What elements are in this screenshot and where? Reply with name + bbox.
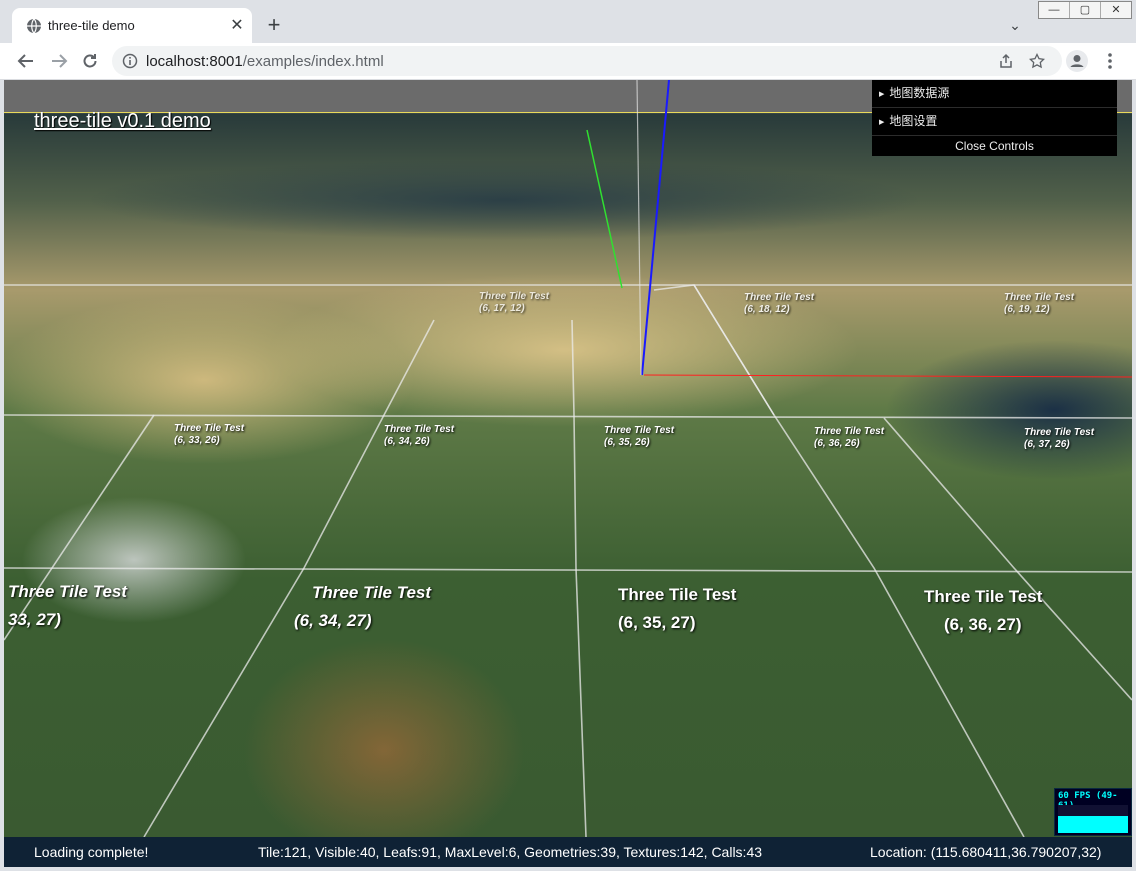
tile-label: Three Tile Test (6, 19, 12) bbox=[1004, 292, 1074, 316]
tile-label-name: Three Tile Test bbox=[174, 423, 245, 434]
controls-panel: ▶ 地图数据源 ▶ 地图设置 Close Controls bbox=[872, 80, 1117, 156]
fps-stats-panel[interactable]: 60 FPS (49-61) bbox=[1054, 788, 1132, 836]
forward-arrow-icon[interactable] bbox=[47, 49, 71, 73]
tile-label: Three Tile Test (6, 36, 27) bbox=[924, 587, 1042, 636]
tile-label: Three Tile Test (6, 36, 26) bbox=[814, 426, 884, 450]
tile-label-coord: (6, 37, 26) bbox=[1024, 439, 1070, 450]
url-text: localhost:8001/examples/index.html bbox=[146, 53, 384, 70]
status-loading: Loading complete! bbox=[34, 844, 149, 860]
folder-map-settings[interactable]: ▶ 地图设置 bbox=[872, 108, 1117, 136]
tile-label: Three Tile Test (6, 33, 26) bbox=[174, 423, 244, 447]
axis-y-line bbox=[586, 129, 623, 289]
tile-label-coord: (6, 19, 12) bbox=[1004, 304, 1050, 315]
axis-z-line bbox=[641, 80, 670, 376]
window-frame-left bbox=[0, 80, 4, 871]
tile-label-coord: (6, 36, 26) bbox=[814, 438, 860, 449]
fps-graph bbox=[1058, 805, 1128, 833]
tile-label-coord: (6, 17, 12) bbox=[479, 303, 525, 314]
status-bar: Loading complete! Tile:121, Visible:40, … bbox=[4, 837, 1132, 867]
fps-graph-fill bbox=[1058, 816, 1128, 833]
window-frame-bottom bbox=[0, 867, 1136, 871]
tile-label-name: Three Tile Test bbox=[1024, 427, 1095, 438]
tile-label-name: Three Tile Test bbox=[814, 426, 885, 437]
tile-label-name: Three Tile Test bbox=[604, 425, 675, 436]
tile-label-name: Three Tile Test bbox=[744, 292, 815, 303]
browser-tab[interactable]: three-tile demo ✕ bbox=[12, 8, 252, 43]
tile-label-coord: 33, 27) bbox=[8, 610, 61, 630]
tile-label: Three Tile Test (6, 35, 27) bbox=[618, 585, 736, 634]
tab-search-icon[interactable]: ⌄ bbox=[1004, 14, 1026, 36]
tile-grid bbox=[4, 80, 1132, 837]
tile-label-coord: (6, 35, 27) bbox=[618, 613, 696, 633]
globe-icon bbox=[27, 18, 41, 34]
tile-label: Three Tile Test (6, 18, 12) bbox=[744, 292, 814, 316]
window-frame-right bbox=[1132, 80, 1136, 871]
minimize-button[interactable]: — bbox=[1039, 2, 1070, 18]
demo-title-link[interactable]: three-tile v0.1 demo bbox=[34, 110, 211, 133]
tile-label: Three Tile Test (6, 34, 26) bbox=[384, 424, 454, 448]
tile-label-coord: (6, 18, 12) bbox=[744, 304, 790, 315]
axis-x-line bbox=[643, 374, 1132, 378]
tile-label-name: Three Tile Test bbox=[8, 582, 128, 601]
tile-label: Three Tile Test (6, 17, 12) bbox=[479, 291, 549, 315]
new-tab-button[interactable]: + bbox=[262, 13, 286, 37]
status-location: Location: (115.680411,36.790207,32) bbox=[870, 844, 1102, 860]
tab-title: three-tile demo bbox=[48, 18, 135, 33]
back-arrow-icon[interactable] bbox=[14, 49, 38, 73]
tile-label-name: Three Tile Test bbox=[618, 585, 737, 604]
star-icon[interactable] bbox=[1026, 50, 1048, 72]
share-icon[interactable] bbox=[995, 50, 1017, 72]
tile-label: Three Tile Test 33, 27) bbox=[8, 582, 127, 631]
info-icon[interactable] bbox=[122, 53, 138, 69]
close-controls-button[interactable]: Close Controls bbox=[872, 136, 1117, 156]
folder-label: 地图数据源 bbox=[889, 86, 950, 100]
maximize-button[interactable]: ▢ bbox=[1070, 2, 1101, 18]
tile-label-name: Three Tile Test bbox=[312, 583, 432, 602]
status-tile-stats: Tile:121, Visible:40, Leafs:91, MaxLevel… bbox=[258, 844, 763, 860]
tile-label-coord: (6, 36, 27) bbox=[944, 615, 1022, 635]
map-canvas[interactable]: Three Tile Test (6, 17, 12) Three Tile T… bbox=[4, 80, 1132, 837]
triangle-right-icon: ▶ bbox=[879, 119, 885, 126]
address-bar[interactable]: localhost:8001/examples/index.html bbox=[112, 46, 1062, 76]
triangle-right-icon: ▶ bbox=[879, 91, 885, 98]
url-host: localhost:8001 bbox=[146, 53, 243, 70]
close-window-button[interactable]: ✕ bbox=[1101, 2, 1131, 18]
tile-label-coord: (6, 34, 26) bbox=[384, 436, 430, 447]
profile-icon[interactable] bbox=[1066, 50, 1088, 72]
tile-label-name: Three Tile Test bbox=[479, 291, 550, 302]
kebab-menu-icon[interactable] bbox=[1100, 49, 1120, 73]
tile-label-coord: (6, 35, 26) bbox=[604, 437, 650, 448]
tab-strip: three-tile demo ✕ + ⌄ — ▢ ✕ bbox=[0, 0, 1136, 43]
reload-icon[interactable] bbox=[78, 49, 102, 73]
folder-label: 地图设置 bbox=[889, 114, 938, 128]
url-path: /examples/index.html bbox=[242, 53, 384, 70]
folder-map-source[interactable]: ▶ 地图数据源 bbox=[872, 80, 1117, 108]
tile-label-coord: (6, 33, 26) bbox=[174, 435, 220, 446]
tile-label: Three Tile Test (6, 37, 26) bbox=[1024, 427, 1094, 451]
tab-close-icon[interactable]: ✕ bbox=[228, 17, 246, 35]
tile-label: Three Tile Test (6, 34, 27) bbox=[294, 583, 431, 632]
tile-label-name: Three Tile Test bbox=[1004, 292, 1075, 303]
browser-toolbar: localhost:8001/examples/index.html bbox=[0, 43, 1136, 80]
tile-label: Three Tile Test (6, 35, 26) bbox=[604, 425, 674, 449]
tile-label-name: Three Tile Test bbox=[384, 424, 455, 435]
tile-label-coord: (6, 34, 27) bbox=[294, 611, 372, 631]
window-controls: — ▢ ✕ bbox=[1038, 1, 1132, 19]
tile-label-name: Three Tile Test bbox=[924, 587, 1043, 606]
